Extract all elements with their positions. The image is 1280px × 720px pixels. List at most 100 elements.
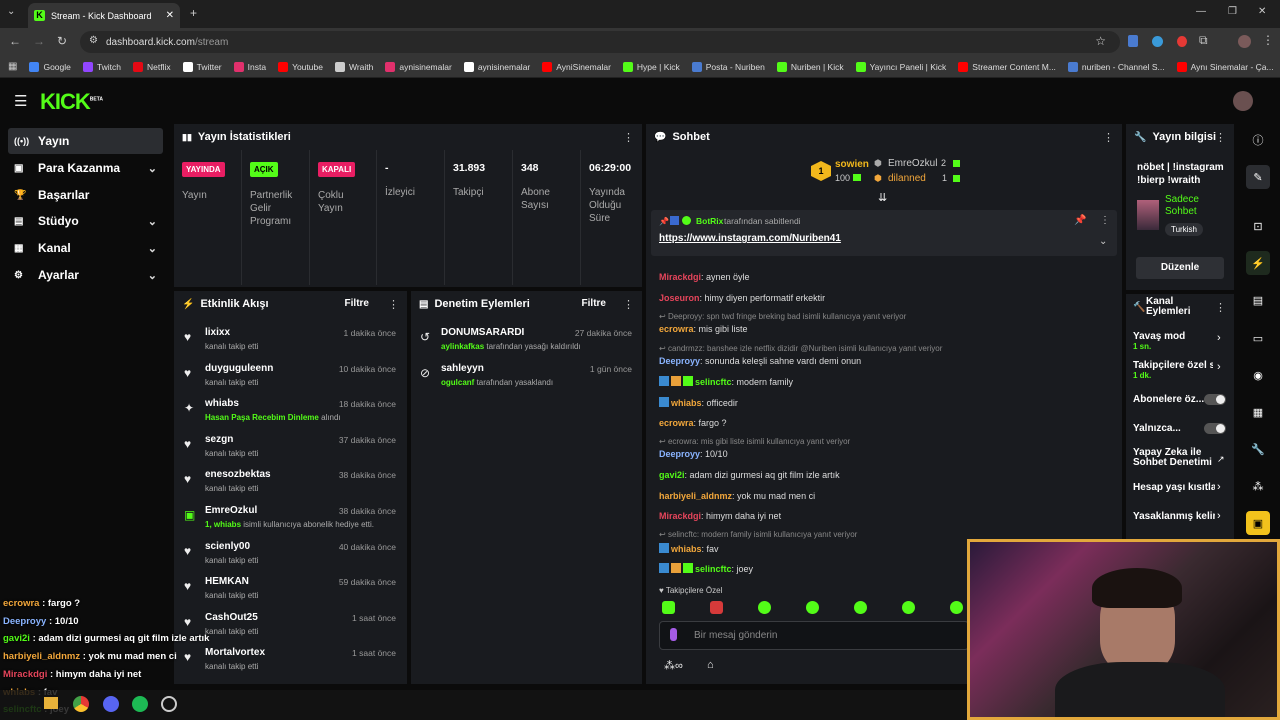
people-icon[interactable]: ⁂ xyxy=(1246,474,1270,498)
chat-message[interactable]: Mirackdgi: aynen öyle xyxy=(659,272,750,282)
emote-icon[interactable] xyxy=(662,601,675,614)
action-banned-words[interactable]: Yasaklanmış kelin xyxy=(1133,511,1215,522)
chevron-right-icon[interactable]: › xyxy=(1217,361,1221,373)
browser-tab[interactable]: K Stream - Kick Dashboard ✕ xyxy=(28,3,180,28)
moderation-filter-button[interactable]: Filtre xyxy=(582,298,606,309)
chat-message[interactable]: harbiyeli_aldnmz: yok mu mad men ci xyxy=(659,491,815,501)
clip-icon[interactable]: ▣ xyxy=(1246,511,1270,535)
lightning-icon[interactable]: ⚡ xyxy=(1246,251,1270,275)
sidebar-item-yayin[interactable]: ((•)) Yayın xyxy=(8,128,163,154)
profile-avatar-icon[interactable] xyxy=(1238,35,1251,48)
event-item[interactable]: ✦ whiabs 18 dakika önce Hasan Paşa Recebim … xyxy=(178,393,404,429)
emotes-only-toggle[interactable] xyxy=(1204,423,1226,434)
store-icon[interactable]: ⌂ xyxy=(707,659,714,671)
gifter-name[interactable]: dilanned xyxy=(888,173,926,184)
chat-reply-context[interactable]: ↩ candrmzz: banshee izle netflix dizidir… xyxy=(659,344,942,353)
bookmark-item[interactable]: Google xyxy=(29,61,71,72)
action-slow-mode[interactable]: Yavaş mod 1 sn. xyxy=(1133,331,1228,351)
chat-username[interactable]: gavi2i xyxy=(659,470,685,480)
info-icon[interactable]: ⓘ xyxy=(1246,128,1270,152)
emote-icon[interactable] xyxy=(854,601,867,614)
document-icon[interactable]: ▤ xyxy=(1246,288,1270,312)
emote-icon[interactable] xyxy=(902,601,915,614)
chat-message[interactable]: selincftc: joey xyxy=(659,563,753,574)
event-item[interactable]: ♥ Mortalvortex 1 saat önce kanalı takip ett… xyxy=(178,642,404,678)
chevron-right-icon[interactable]: › xyxy=(1217,332,1221,344)
kick-logo[interactable]: KICKBETA xyxy=(40,89,103,115)
chevron-down-icon[interactable]: ⌄ xyxy=(1099,236,1107,247)
url-field[interactable]: ⚙ dashboard.kick.com/stream ☆ xyxy=(80,31,1120,53)
chat-username[interactable]: Mirackdgi xyxy=(659,272,701,282)
emote-icon[interactable] xyxy=(710,601,723,614)
bookmark-item[interactable]: Nuriben | Kick xyxy=(776,61,844,72)
chat-message[interactable]: Joseuron: himy diyen performatif erkekti… xyxy=(659,293,825,303)
obs-icon[interactable] xyxy=(161,696,177,712)
external-link-icon[interactable]: ↗ xyxy=(1217,454,1225,465)
bookmark-item[interactable]: Yayıncı Paneli | Kick xyxy=(855,61,946,72)
subscribers-only-toggle[interactable] xyxy=(1204,394,1226,405)
bookmark-item[interactable]: Aynı Sinemalar - Ça... xyxy=(1176,61,1274,72)
chat-reply-context[interactable]: ↩ Deeproyy: spn twd fringe breking bad i… xyxy=(659,312,906,321)
chat-username[interactable]: selincftc xyxy=(695,377,732,387)
event-item[interactable]: ♥ duyguguleenn 10 dakika önce kanalı takip … xyxy=(178,358,404,394)
sidebar-item-studyo[interactable]: ▤ Stüdyo ⌄ xyxy=(8,208,163,234)
stats-menu-icon[interactable]: ⋮ xyxy=(623,131,634,144)
bookmark-item[interactable]: Netflix xyxy=(132,61,171,72)
moderation-item[interactable]: ↺ DONUMSARARDI 27 dakika önce aylinkafkas t… xyxy=(414,322,640,358)
emote-icon[interactable] xyxy=(758,601,771,614)
chat-username[interactable]: Mirackdgi xyxy=(659,511,701,521)
chat-message[interactable]: Mirackdgi: himym daha iyi net xyxy=(659,511,781,521)
emote-icon[interactable] xyxy=(950,601,963,614)
bookmark-item[interactable]: aynisinemalar xyxy=(463,61,530,72)
bookmark-item[interactable]: aynisinemalar xyxy=(385,61,452,72)
close-window-icon[interactable]: ✕ xyxy=(1258,6,1266,17)
chat-username[interactable]: Joseuron xyxy=(659,293,700,303)
sidebar-item-ayarlar[interactable]: ⚙ Ayarlar ⌄ xyxy=(8,262,163,288)
event-user[interactable]: EmreOzkul xyxy=(205,505,257,516)
language-tag[interactable]: Turkish xyxy=(1165,223,1203,236)
event-user[interactable]: whiabs xyxy=(205,398,239,409)
pencil-icon[interactable]: ✎ xyxy=(1246,165,1270,189)
chat-username[interactable]: Deeproyy xyxy=(659,356,700,366)
emote-icon[interactable] xyxy=(806,601,819,614)
back-icon[interactable]: ← xyxy=(9,34,21,48)
broadcast-icon[interactable]: ◉ xyxy=(1246,363,1270,387)
event-user[interactable]: scienly00 xyxy=(205,541,250,552)
browser-menu-icon[interactable]: ⋮ xyxy=(1262,33,1274,47)
mic-icon[interactable] xyxy=(670,628,677,641)
moderation-item[interactable]: ⊘ sahleyyn 1 gün önce ogulcanf tarafından y… xyxy=(414,358,640,394)
bookmark-item[interactable]: Twitter xyxy=(182,61,222,72)
chat-username[interactable]: harbiyeli_aldnmz xyxy=(659,491,732,501)
pinned-by-user[interactable]: BotRix xyxy=(696,216,723,226)
wrench-icon[interactable]: 🔧 xyxy=(1246,437,1270,461)
chat-username[interactable]: Deeproyy xyxy=(659,449,700,459)
extension-red-icon[interactable] xyxy=(1177,36,1187,47)
stream-info-menu-icon[interactable]: ⋮ xyxy=(1215,131,1226,144)
event-user[interactable]: enesozbektas xyxy=(205,469,271,480)
user-avatar[interactable] xyxy=(1233,91,1253,111)
event-user[interactable]: Mortalvortex xyxy=(205,647,265,658)
chat-reply-context[interactable]: ↩ ecrowra: mis gibi liste isimli kullanı… xyxy=(659,437,850,446)
chat-input[interactable]: Bir mesaj gönderin xyxy=(659,621,969,650)
action-account-age[interactable]: Hesap yaşı kısıtla xyxy=(1133,482,1215,493)
chevron-right-icon[interactable]: › xyxy=(1217,510,1221,522)
chat-message[interactable]: Deeproyy: sonunda keleşli sahne vardı de… xyxy=(659,356,861,366)
chat-message[interactable]: ecrowra: mis gibi liste xyxy=(659,324,748,334)
pinned-menu-icon[interactable]: ⋮ xyxy=(1100,215,1110,226)
folder-icon[interactable] xyxy=(44,697,58,709)
chat-username[interactable]: whiabs xyxy=(671,398,702,408)
events-filter-button[interactable]: Filtre xyxy=(345,298,369,309)
bookmark-item[interactable]: AyniSinemalar xyxy=(542,61,611,72)
layout-icon[interactable]: ▦ xyxy=(1246,400,1270,424)
event-item[interactable]: ♥ sezgn 37 dakika önce kanalı takip etti xyxy=(178,429,404,465)
pinned-link[interactable]: https://www.instagram.com/Nuriben41 xyxy=(659,233,841,244)
bookmark-item[interactable]: Wraith xyxy=(334,61,373,72)
moderation-menu-icon[interactable]: ⋮ xyxy=(623,298,634,311)
bookmark-item[interactable]: Youtube xyxy=(278,61,323,72)
chat-message[interactable]: whiabs: fav xyxy=(659,543,719,554)
sidebar-item-para-kazanma[interactable]: ▣ Para Kazanma ⌄ xyxy=(8,155,163,181)
chat-bubble-icon[interactable]: ▭ xyxy=(1246,326,1270,350)
crop-icon[interactable]: ⊡ xyxy=(1246,214,1270,238)
extensions-puzzle-icon[interactable]: ⧉ xyxy=(1199,33,1208,48)
spotify-icon[interactable] xyxy=(132,696,148,712)
